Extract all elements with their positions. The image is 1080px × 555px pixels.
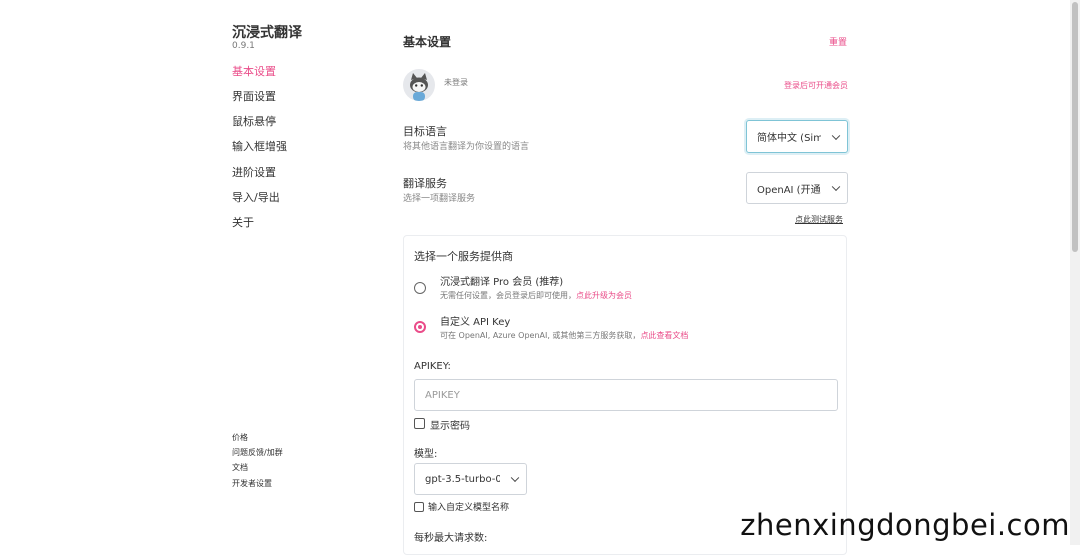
max-requests-label: 每秒最大请求数:	[414, 533, 488, 544]
sidebar-item-input-enhance[interactable]: 输入框增强	[232, 138, 287, 154]
page-scrollbar[interactable]	[1070, 0, 1080, 545]
show-password-label: 显示密码	[430, 421, 470, 432]
show-password-checkbox[interactable]	[414, 418, 425, 429]
chevron-down-icon	[831, 182, 841, 192]
sidebar-item-interface-settings[interactable]: 界面设置	[232, 88, 276, 104]
login-status: 未登录	[444, 78, 468, 87]
sidebar-item-basic-settings[interactable]: 基本设置	[232, 63, 276, 79]
target-language-hint: 将其他语言翻译为你设置的语言	[403, 142, 530, 152]
apikey-input[interactable]	[414, 379, 838, 411]
custom-api-key-label: 自定义 API Key	[440, 317, 511, 328]
target-language-label: 目标语言	[403, 125, 447, 138]
footer-link-developer-settings[interactable]: 开发者设置	[232, 478, 272, 489]
radio-custom-api-key[interactable]	[414, 321, 426, 333]
model-select[interactable]: gpt-3.5-turbo-0613	[414, 463, 527, 495]
translation-service-hint: 选择一项翻译服务	[403, 194, 476, 204]
translation-service-value: OpenAI (开通会员)	[757, 184, 821, 196]
page-title: 基本设置	[403, 35, 452, 49]
provider-title: 选择一个服务提供商	[414, 250, 513, 263]
model-label: 模型:	[414, 449, 438, 460]
translation-service-label: 翻译服务	[403, 177, 447, 190]
footer-link-docs[interactable]: 文档	[232, 462, 248, 473]
chevron-down-icon	[510, 473, 520, 483]
target-language-select[interactable]: 简体中文 (Simplified Chinese)	[746, 120, 848, 153]
app-brand: 沉浸式翻译	[232, 25, 302, 41]
footer-link-pricing[interactable]: 价格	[232, 432, 248, 443]
cat-avatar-icon	[403, 69, 435, 101]
login-member-link[interactable]: 登录后可开通会员	[784, 80, 848, 91]
pro-member-desc: 无需任何设置，会员登录后即可使用，点此升级为会员	[440, 291, 632, 300]
app-version: 0.9.1	[232, 41, 255, 51]
target-language-value: 简体中文 (Simplified Chinese)	[757, 133, 821, 144]
provider-card: 选择一个服务提供商 沉浸式翻译 Pro 会员 (推荐) 无需任何设置，会员登录后…	[403, 235, 847, 555]
view-docs-link[interactable]: 点此查看文档	[640, 331, 688, 340]
custom-api-key-desc: 可在 OpenAI, Azure OpenAI, 或其他第三方服务获取，点此查看…	[440, 331, 689, 340]
chevron-down-icon	[831, 131, 841, 140]
custom-model-label: 输入自定义模型名称	[428, 503, 510, 513]
reset-button[interactable]: 重置	[829, 35, 847, 48]
sidebar-item-advanced-settings[interactable]: 进阶设置	[232, 164, 276, 180]
footer-link-feedback[interactable]: 问题反馈/加群	[232, 447, 283, 458]
sidebar-item-mouse-hover[interactable]: 鼠标悬停	[232, 113, 276, 129]
watermark: zhenxingdongbei.com	[740, 508, 1070, 542]
pro-member-label: 沉浸式翻译 Pro 会员 (推荐)	[440, 277, 564, 288]
sidebar-item-import-export[interactable]: 导入/导出	[232, 189, 280, 205]
sidebar-item-about[interactable]: 关于	[232, 214, 254, 230]
model-value: gpt-3.5-turbo-0613	[425, 473, 500, 485]
radio-pro-member[interactable]	[414, 282, 426, 294]
apikey-label: APIKEY:	[414, 361, 451, 372]
translation-service-select[interactable]: OpenAI (开通会员)	[746, 172, 848, 204]
scrollbar-thumb[interactable]	[1072, 2, 1078, 252]
test-service-link[interactable]: 点此测试服务	[795, 214, 843, 225]
custom-model-checkbox[interactable]	[414, 502, 424, 512]
upgrade-member-link[interactable]: 点此升级为会员	[576, 291, 632, 300]
